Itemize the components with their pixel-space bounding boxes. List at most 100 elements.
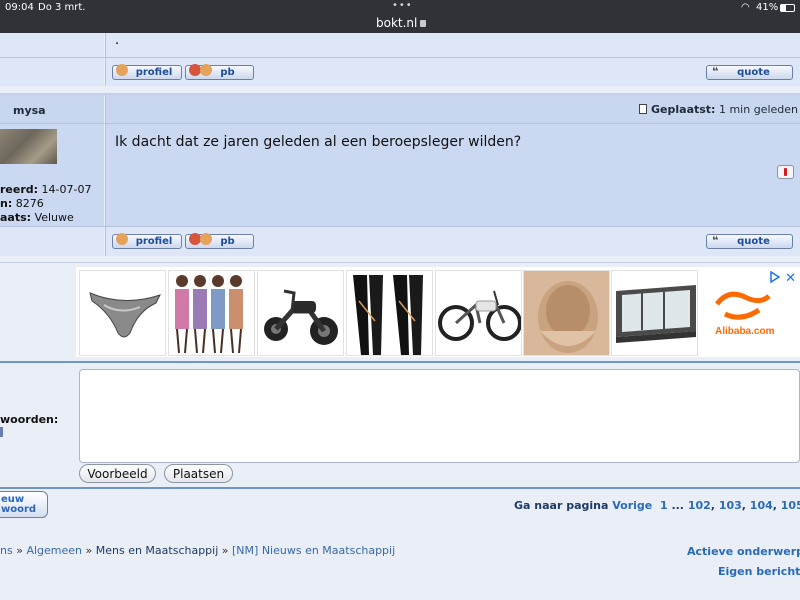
new-reply-line2: woord bbox=[1, 504, 37, 515]
posted-label: Geplaatst: bbox=[651, 103, 716, 116]
report-icon[interactable] bbox=[777, 165, 794, 179]
ad-image-dresses bbox=[175, 275, 243, 354]
post-author[interactable]: mysa bbox=[13, 104, 46, 117]
date: Do 3 mrt. bbox=[38, 2, 86, 13]
reply-textarea[interactable] bbox=[79, 369, 800, 463]
battery-percent: 41% bbox=[756, 2, 779, 13]
ad-image-ebike bbox=[438, 290, 521, 341]
active-topics-link[interactable]: Actieve onderwerpen bbox=[687, 545, 800, 558]
post-header-row: mysa Geplaatst: 1 min geleden bbox=[0, 93, 800, 123]
ad-area: Alibaba.com ✕ bbox=[0, 262, 800, 358]
profile-button-label: profiel bbox=[135, 67, 173, 78]
profile-info: reerd: 14-07-07 n: 8276 aats: Veluwe bbox=[0, 183, 91, 225]
profile-button-label: profiel bbox=[135, 236, 173, 247]
quote-button[interactable]: ❝ quote bbox=[706, 234, 793, 249]
quote-icon: ❝ bbox=[712, 65, 719, 78]
profile-button[interactable]: profiel bbox=[112, 233, 182, 249]
reply-label: woorden: bbox=[0, 413, 59, 426]
post-author-cell: mysa bbox=[0, 95, 104, 123]
ad-tile-wig[interactable] bbox=[523, 270, 610, 356]
prev-post-actions-left bbox=[0, 58, 104, 86]
ad-tile-leggings[interactable] bbox=[346, 270, 433, 356]
registered-label: reerd: bbox=[0, 183, 39, 196]
pagination-page[interactable]: 105 bbox=[781, 499, 800, 512]
location-value: Veluwe bbox=[34, 211, 74, 224]
more-dots-icon[interactable]: ••• bbox=[392, 0, 413, 11]
battery-icon bbox=[780, 4, 795, 12]
ad-image-scooter bbox=[264, 289, 338, 345]
reply-side-link[interactable] bbox=[0, 427, 3, 437]
profile-posts: n: 8276 bbox=[0, 197, 91, 211]
breadcrumb-item[interactable]: Algemeen bbox=[26, 544, 82, 557]
post-doc-icon[interactable] bbox=[639, 104, 648, 114]
breadcrumb-item[interactable]: ns bbox=[0, 544, 13, 557]
pagination: Ga naar pagina Vorige 1 ... 102, 103, 10… bbox=[514, 499, 800, 512]
ad-image-leggings bbox=[353, 275, 423, 355]
registered-value: 14-07-07 bbox=[41, 183, 92, 196]
breadcrumb-sep: » bbox=[16, 544, 23, 557]
quote-button-label: quote bbox=[737, 236, 770, 247]
pagination-ellipsis: ... bbox=[671, 499, 684, 512]
post-meta-cell: Geplaatst: 1 min geleden bbox=[105, 95, 800, 123]
address-bar[interactable]: bokt.nl bbox=[376, 16, 427, 30]
breadcrumb: ns » Algemeen » Mens en Maatschappij » [… bbox=[0, 544, 395, 557]
alibaba-brand-text: Alibaba.com bbox=[715, 326, 775, 337]
url-text: bokt.nl bbox=[376, 16, 418, 30]
preview-button[interactable]: Voorbeeld bbox=[79, 464, 156, 483]
post-body-row: reerd: 14-07-07 n: 8276 aats: Veluwe Ik … bbox=[0, 123, 800, 226]
post-actions-row: profiel pb ❝ quote bbox=[0, 226, 800, 256]
status-bar: 09:04 Do 3 mrt. ••• bokt.nl ◠ 41% bbox=[0, 0, 800, 33]
clock: 09:04 bbox=[5, 2, 34, 13]
ad-choices-icon[interactable] bbox=[770, 271, 780, 283]
ad-tile-scooter[interactable] bbox=[257, 270, 344, 356]
ad-tile-container-house[interactable] bbox=[611, 270, 698, 356]
post-body: Ik dacht dat ze jaren geleden al een ber… bbox=[115, 134, 522, 150]
post-profile-cell: reerd: 14-07-07 n: 8276 aats: Veluwe bbox=[0, 124, 104, 226]
new-reply-button[interactable]: euw woord bbox=[0, 491, 48, 518]
breadcrumb-sep: » bbox=[221, 544, 229, 557]
submit-button[interactable]: Plaatsen bbox=[164, 464, 233, 483]
quote-icon: ❝ bbox=[712, 234, 719, 247]
ad-tile-ebike[interactable] bbox=[435, 270, 522, 356]
pagination-first[interactable]: 1 bbox=[660, 499, 668, 512]
posted-time: 1 min geleden bbox=[718, 103, 798, 116]
wifi-icon: ◠ bbox=[741, 2, 750, 13]
ad-close-icon[interactable]: ✕ bbox=[785, 271, 796, 286]
pm-button[interactable]: pb bbox=[185, 233, 254, 249]
ad-tile-underwear[interactable] bbox=[79, 270, 166, 356]
pagination-page[interactable]: 103 bbox=[719, 499, 742, 512]
prev-post-body-row: . bbox=[0, 33, 800, 57]
profile-icon bbox=[116, 233, 128, 245]
ad-banner[interactable]: Alibaba.com ✕ bbox=[76, 267, 800, 357]
pm-button-label: pb bbox=[220, 236, 235, 247]
posts-label: n: bbox=[0, 197, 13, 210]
prev-post-left-cell bbox=[0, 33, 104, 57]
ad-image-underwear bbox=[89, 292, 161, 338]
profile-button[interactable]: profiel bbox=[112, 64, 182, 80]
post-separator bbox=[0, 86, 800, 93]
pm-icon-2 bbox=[200, 64, 212, 76]
posts-value: 8276 bbox=[15, 197, 44, 210]
profile-icon bbox=[116, 64, 128, 76]
quote-button-label: quote bbox=[737, 67, 770, 78]
ad-tile-dresses[interactable] bbox=[168, 270, 255, 356]
pagination-page[interactable]: 104 bbox=[750, 499, 773, 512]
breadcrumb-item[interactable]: [NM] Nieuws en Maatschappij bbox=[232, 544, 395, 557]
pm-button[interactable]: pb bbox=[185, 64, 254, 80]
avatar[interactable] bbox=[0, 129, 57, 164]
pagination-label: Ga naar pagina bbox=[514, 499, 609, 512]
post-actions-left bbox=[0, 227, 104, 256]
prev-post-text: . bbox=[115, 33, 120, 48]
lock-icon bbox=[420, 20, 427, 27]
post-actions: profiel pb ❝ quote bbox=[105, 227, 800, 256]
quote-button[interactable]: ❝ quote bbox=[706, 65, 793, 80]
breadcrumb-item[interactable]: Mens en Maatschappij bbox=[96, 544, 219, 557]
prev-post-actions-row: profiel pb ❝ quote bbox=[0, 57, 800, 86]
post-content-cell: Ik dacht dat ze jaren geleden al een ber… bbox=[105, 124, 800, 226]
pagination-page[interactable]: 102 bbox=[688, 499, 711, 512]
own-posts-link[interactable]: Eigen berichten bbox=[718, 565, 800, 578]
quick-reply: woorden: Voorbeeld Plaatsen bbox=[0, 361, 800, 487]
pagination-prev[interactable]: Vorige bbox=[612, 499, 652, 512]
profile-location: aats: Veluwe bbox=[0, 211, 91, 225]
ad-image-wig bbox=[538, 281, 598, 353]
